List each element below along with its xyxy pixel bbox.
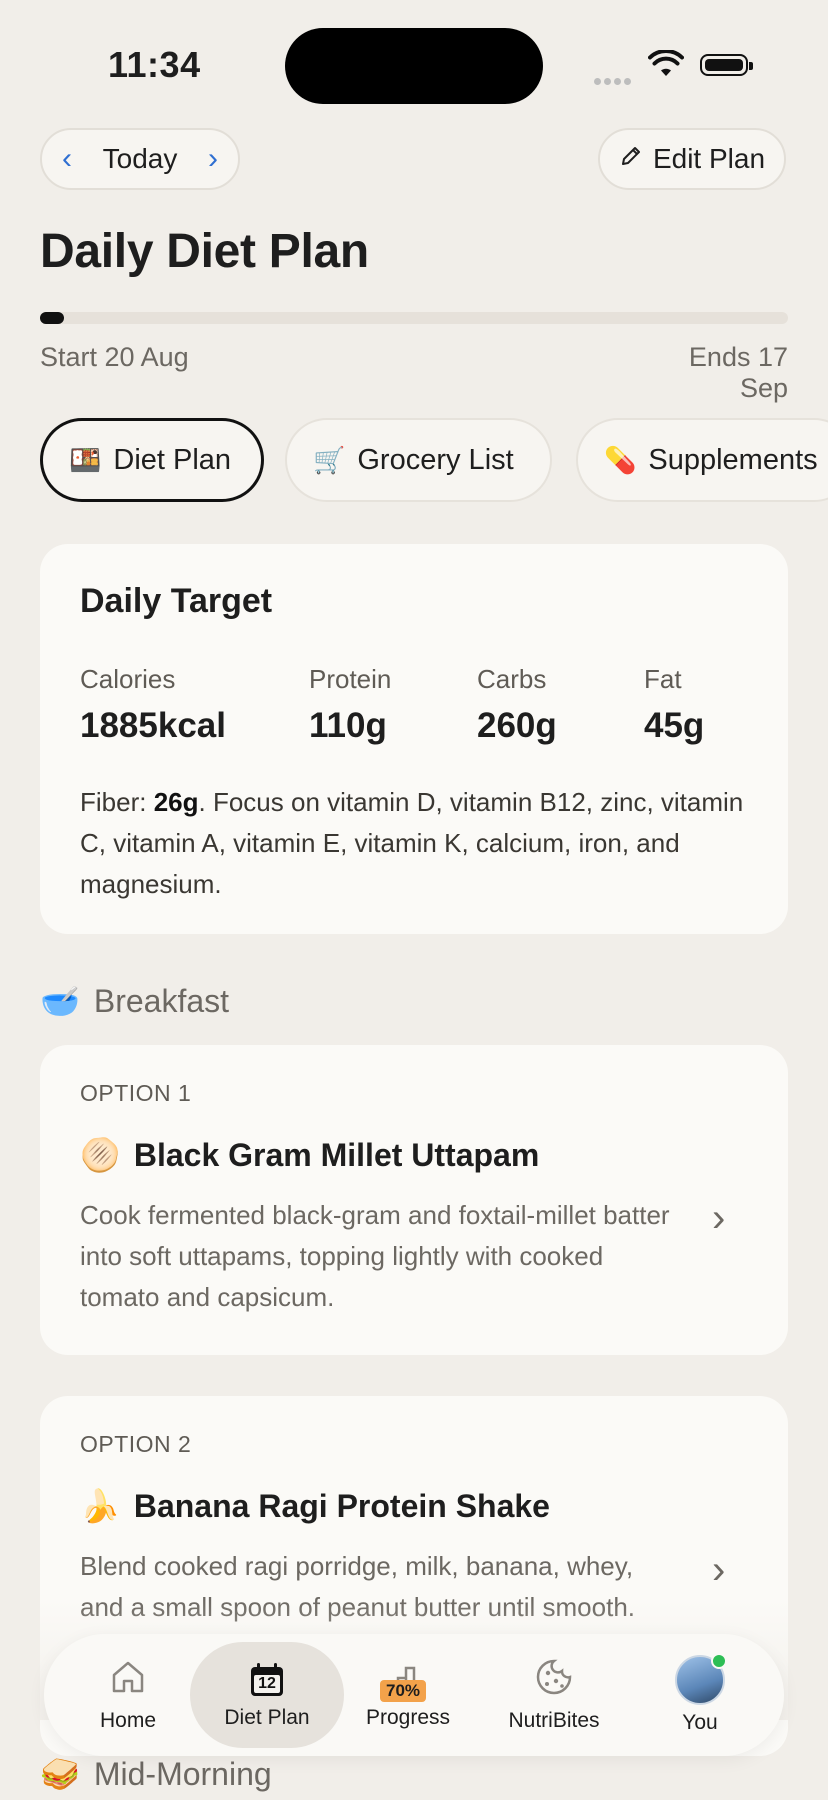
option-description: Cook fermented black-gram and foxtail-mi… — [80, 1200, 670, 1312]
battery-icon — [700, 54, 753, 76]
calendar-day: 12 — [258, 1675, 276, 1692]
banana-icon: 🍌 — [80, 1488, 120, 1524]
option-label: OPTION 2 — [80, 1431, 192, 1457]
daily-target-title: Daily Target — [80, 582, 273, 620]
calories-value: 1885kcal — [80, 706, 226, 745]
plan-end-date: Ends 17 Sep — [688, 342, 788, 403]
option-title-text: Banana Ragi Protein Shake — [133, 1487, 550, 1524]
dynamic-island — [285, 28, 543, 104]
tab-label: Grocery List — [357, 443, 514, 476]
calendar-icon: 12 — [247, 1660, 287, 1700]
option-title[interactable]: 🍌 Banana Ragi Protein Shake — [80, 1487, 550, 1525]
nav-label: You — [682, 1711, 718, 1734]
protein-label: Protein — [309, 664, 392, 694]
option-title-text: Black Gram Millet Uttapam — [133, 1136, 540, 1173]
chevron-right-icon[interactable]: › — [208, 144, 218, 174]
pancake-icon: 🫓 — [80, 1137, 120, 1173]
tab-supplements[interactable]: 💊 Supplements — [576, 418, 828, 502]
nav-home[interactable]: Home — [70, 1642, 186, 1748]
nav-progress[interactable]: 70% Progress — [350, 1642, 466, 1748]
fiber-label: Fiber: — [80, 787, 147, 817]
wifi-icon — [648, 49, 684, 83]
chevron-right-icon[interactable]: › — [712, 1196, 725, 1241]
option-label: OPTION 1 — [80, 1080, 192, 1106]
nav-label: NutriBites — [508, 1709, 600, 1732]
carbs-label: Carbs — [477, 664, 547, 694]
fiber-value: 26g — [153, 787, 199, 817]
tab-label: Supplements — [648, 443, 818, 476]
nav-label: Home — [99, 1709, 157, 1732]
status-time: 11:34 — [108, 44, 201, 85]
nutrient-focus-note: Fiber: 26g. Focus on vitamin D, vitamin … — [80, 782, 750, 905]
bowl-icon: 🥣 — [40, 983, 80, 1019]
fat-label: Fat — [644, 664, 682, 694]
cart-icon: 🛒 — [313, 444, 346, 475]
protein-value: 110g — [309, 706, 387, 745]
option-title[interactable]: 🫓 Black Gram Millet Uttapam — [80, 1136, 539, 1174]
nav-nutribites[interactable]: NutriBites — [494, 1642, 614, 1748]
carbs-value: 260g — [477, 706, 557, 745]
nav-you[interactable]: You — [642, 1642, 758, 1748]
tab-grocery-list[interactable]: 🛒 Grocery List — [285, 418, 552, 502]
progress-badge: 70% — [380, 1680, 427, 1702]
bento-icon: 🍱 — [69, 444, 102, 475]
edit-plan-label: Edit Plan — [652, 143, 766, 174]
plan-progress-fill — [40, 312, 64, 324]
page-title: Daily Diet Plan — [40, 225, 369, 278]
nav-diet-plan[interactable]: 12 Diet Plan — [190, 1642, 344, 1748]
meal-section-breakfast: 🥣 Breakfast — [40, 982, 229, 1020]
pill-icon: 💊 — [604, 444, 637, 475]
tab-label: Diet Plan — [113, 443, 232, 476]
plan-progress-track — [40, 312, 788, 324]
cellular-signal-icon — [594, 72, 634, 90]
date-navigator: ‹ Today › — [40, 128, 240, 190]
home-icon — [108, 1657, 148, 1703]
chart-icon: 70% — [378, 1660, 438, 1702]
cookie-icon — [534, 1657, 574, 1703]
online-indicator — [711, 1653, 727, 1669]
sandwich-icon: 🥪 — [40, 1756, 80, 1792]
plan-start-date: Start 20 Aug — [40, 342, 189, 372]
edit-plan-button[interactable]: Edit Plan — [598, 128, 786, 190]
fat-value: 45g — [644, 706, 705, 745]
date-label[interactable]: Today — [103, 143, 178, 175]
meal-section-mid-morning: 🥪 Mid-Morning — [40, 1755, 272, 1793]
chevron-left-icon[interactable]: ‹ — [62, 144, 72, 174]
meal-section-title: Mid-Morning — [93, 1755, 272, 1792]
meal-section-title: Breakfast — [93, 982, 230, 1019]
chevron-right-icon[interactable]: › — [712, 1548, 725, 1593]
pencil-icon — [619, 143, 643, 175]
nav-label: Progress — [365, 1706, 451, 1729]
avatar-icon — [675, 1653, 727, 1705]
tab-diet-plan[interactable]: 🍱 Diet Plan — [40, 418, 264, 502]
nav-label: Diet Plan — [224, 1706, 310, 1729]
calories-label: Calories — [80, 664, 176, 694]
